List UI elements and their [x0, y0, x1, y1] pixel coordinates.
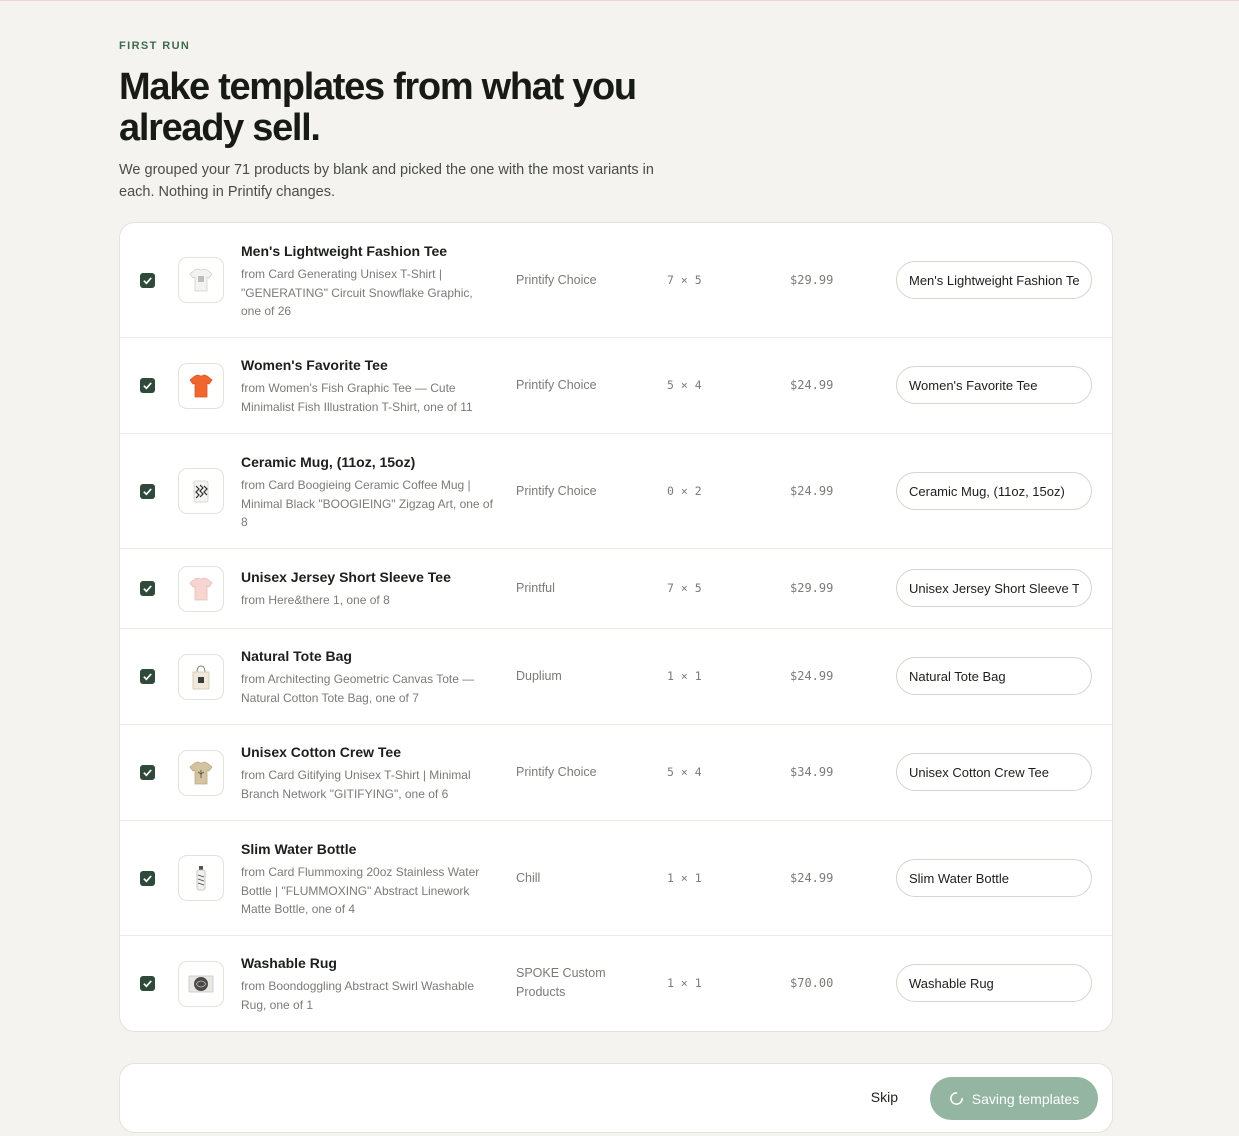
product-name: Ceramic Mug, (11oz, 15oz) — [241, 454, 416, 470]
product-row: Ceramic Mug, (11oz, 15oz) from Card Boog… — [120, 434, 1112, 549]
action-bar: Skip Saving templates — [119, 1063, 1113, 1133]
print-provider: Printify Choice — [516, 765, 597, 779]
checkmark-icon — [143, 382, 152, 390]
checkmark-icon — [143, 277, 152, 285]
variant-dims: 5 × 4 — [667, 378, 702, 392]
product-row: Men's Lightweight Fashion Tee from Card … — [120, 223, 1112, 338]
checkmark-icon — [143, 875, 152, 883]
product-checkbox[interactable] — [140, 669, 155, 684]
product-price: $24.99 — [790, 669, 834, 683]
print-provider: Printify Choice — [516, 273, 597, 287]
loading-spinner-icon — [949, 1091, 964, 1106]
checkmark-icon — [143, 980, 152, 988]
orange-tshirt-icon — [178, 363, 224, 409]
variant-dims: 1 × 1 — [667, 669, 702, 683]
template-name-input[interactable] — [896, 472, 1092, 510]
product-price: $34.99 — [790, 765, 834, 779]
variant-dims: 1 × 1 — [667, 871, 702, 885]
product-price: $29.99 — [790, 273, 834, 287]
template-name-input[interactable] — [896, 859, 1092, 897]
product-price: $29.99 — [790, 581, 834, 595]
skip-button[interactable]: Skip — [871, 1089, 898, 1105]
product-row: Natural Tote Bag from Architecting Geome… — [120, 629, 1112, 725]
page-subtitle: We grouped your 71 products by blank and… — [119, 162, 654, 200]
product-source: from Here&there 1, one of 8 — [241, 593, 390, 607]
rug-icon — [178, 961, 224, 1007]
checkmark-icon — [143, 769, 152, 777]
print-provider: Duplium — [516, 669, 562, 683]
product-checkbox[interactable] — [140, 581, 155, 596]
product-price: $24.99 — [790, 871, 834, 885]
product-checkbox[interactable] — [140, 378, 155, 393]
product-source: from Boondoggling Abstract Swirl Washabl… — [241, 979, 475, 1012]
template-name-input[interactable] — [896, 569, 1092, 607]
product-checkbox[interactable] — [140, 976, 155, 991]
product-row: Unisex Jersey Short Sleeve Tee from Here… — [120, 549, 1112, 629]
mug-icon — [178, 468, 224, 514]
checkmark-icon — [143, 585, 152, 593]
product-checkbox[interactable] — [140, 484, 155, 499]
checkmark-icon — [143, 673, 152, 681]
pink-tshirt-icon — [178, 566, 224, 612]
template-name-input[interactable] — [896, 261, 1092, 299]
white-tshirt-icon — [178, 257, 224, 303]
tan-tshirt-icon — [178, 750, 224, 796]
tote-bag-icon — [178, 654, 224, 700]
product-source: from Card Generating Unisex T-Shirt | "G… — [241, 267, 473, 318]
product-source: from Architecting Geometric Canvas Tote … — [241, 672, 475, 705]
print-provider: Printify Choice — [516, 378, 597, 392]
variant-dims: 7 × 5 — [667, 581, 702, 595]
page-title: Make templates from what you already sel… — [119, 66, 637, 149]
product-name: Natural Tote Bag — [241, 648, 352, 664]
product-price: $24.99 — [790, 484, 834, 498]
product-name: Slim Water Bottle — [241, 841, 357, 857]
product-source: from Card Gitifying Unisex T-Shirt | Min… — [241, 768, 471, 801]
product-row: Women's Favorite Tee from Women's Fish G… — [120, 338, 1112, 434]
product-row: Slim Water Bottle from Card Flummoxing 2… — [120, 821, 1112, 936]
product-name: Women's Favorite Tee — [241, 357, 388, 373]
variant-dims: 0 × 2 — [667, 484, 702, 498]
template-name-input[interactable] — [896, 657, 1092, 695]
variant-dims: 5 × 4 — [667, 765, 702, 779]
product-source: from Women's Fish Graphic Tee — Cute Min… — [241, 381, 473, 414]
template-name-input[interactable] — [896, 366, 1092, 404]
checkmark-icon — [143, 488, 152, 496]
variant-dims: 1 × 1 — [667, 976, 702, 990]
product-name: Men's Lightweight Fashion Tee — [241, 243, 448, 259]
product-price: $24.99 — [790, 378, 834, 392]
product-source: from Card Flummoxing 20oz Stainless Wate… — [241, 865, 480, 916]
print-provider: SPOKE Custom Products — [516, 966, 606, 999]
product-checkbox[interactable] — [140, 765, 155, 780]
template-name-input[interactable] — [896, 753, 1092, 791]
print-provider: Printify Choice — [516, 484, 597, 498]
save-templates-label: Saving templates — [971, 1090, 1080, 1107]
print-provider: Chill — [516, 871, 541, 885]
product-checkbox[interactable] — [140, 871, 155, 886]
eyebrow-label: FIRST RUN — [119, 40, 191, 52]
template-name-input[interactable] — [896, 964, 1092, 1002]
product-row: Unisex Cotton Crew Tee from Card Gitifyi… — [120, 725, 1112, 821]
product-row: Washable Rug from Boondoggling Abstract … — [120, 936, 1112, 1031]
print-provider: Printful — [516, 581, 555, 595]
save-templates-button[interactable]: Saving templates — [930, 1077, 1098, 1120]
product-name: Unisex Jersey Short Sleeve Tee — [241, 569, 451, 585]
product-price: $70.00 — [790, 976, 834, 990]
product-source: from Card Boogieing Ceramic Coffee Mug |… — [241, 478, 493, 529]
product-list: Men's Lightweight Fashion Tee from Card … — [119, 222, 1113, 1032]
product-checkbox[interactable] — [140, 273, 155, 288]
product-name: Unisex Cotton Crew Tee — [241, 744, 401, 760]
variant-dims: 7 × 5 — [667, 273, 702, 287]
water-bottle-icon — [178, 855, 224, 901]
product-name: Washable Rug — [241, 955, 337, 971]
